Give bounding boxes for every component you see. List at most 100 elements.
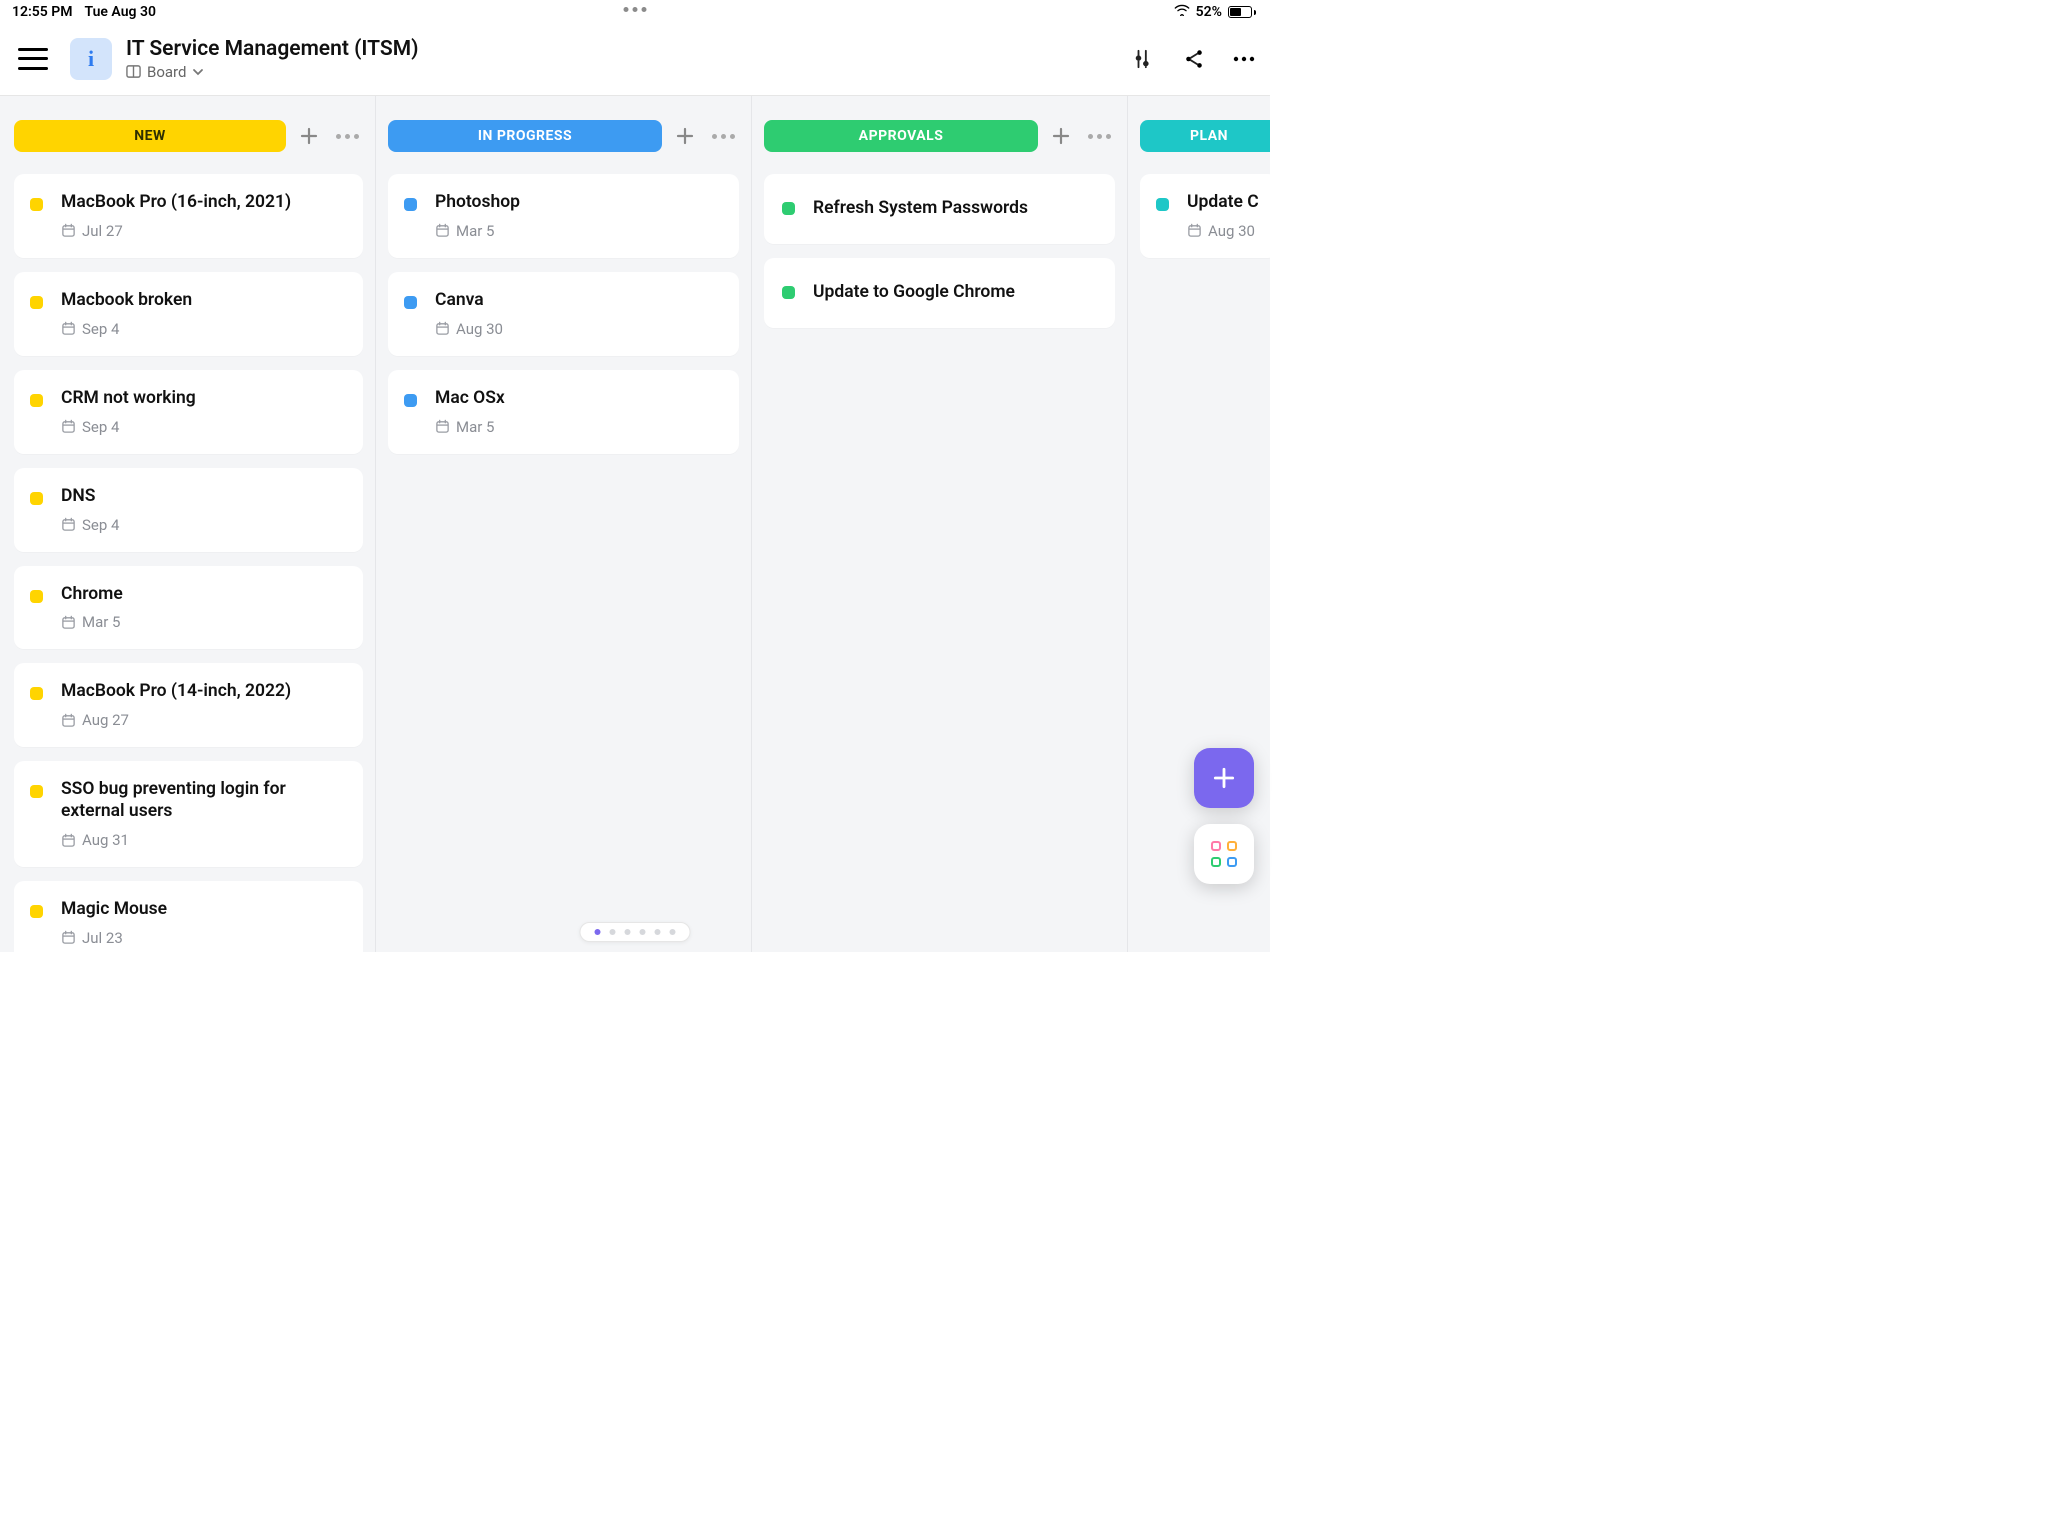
card-date: Mar 5: [435, 418, 505, 436]
calendar-icon: [435, 223, 450, 238]
status-bullet: [782, 202, 795, 215]
battery-icon: [1228, 6, 1256, 18]
card-date: Aug 30: [1187, 222, 1259, 240]
column-add-button[interactable]: [298, 125, 320, 147]
card-date: Aug 27: [61, 711, 291, 729]
status-bullet: [30, 785, 43, 798]
card-title: SSO bug preventing login for external us…: [61, 779, 345, 823]
column-more-button[interactable]: [332, 130, 363, 143]
card-title: Mac OSx: [435, 388, 505, 410]
status-bullet: [30, 590, 43, 603]
board-icon: [126, 64, 141, 79]
card-date: Mar 5: [435, 222, 520, 240]
task-card[interactable]: CRM not working Sep 4: [14, 370, 363, 454]
card-title: MacBook Pro (14-inch, 2022): [61, 681, 291, 703]
card-date: Aug 31: [61, 831, 345, 849]
status-bullet: [404, 296, 417, 309]
status-bullet: [404, 394, 417, 407]
task-card[interactable]: Update to Google Chrome: [764, 258, 1115, 328]
apps-fab[interactable]: [1194, 824, 1254, 884]
more-button[interactable]: [1232, 47, 1256, 71]
column-pill[interactable]: APPROVALS: [764, 120, 1038, 152]
card-title: Chrome: [61, 584, 123, 606]
column-add-button[interactable]: [1050, 125, 1072, 147]
status-bar: 12:55 PM Tue Aug 30 52%: [0, 0, 1270, 22]
page-title: IT Service Management (ITSM): [126, 37, 418, 61]
card-date: Sep 4: [61, 516, 119, 534]
project-icon[interactable]: i: [70, 38, 112, 80]
column-new: NEW MacBook Pro (16-inch, 2021) Jul 27 Macb…: [0, 96, 376, 952]
card-date: Jul 23: [61, 929, 167, 947]
battery-percent: 52%: [1196, 4, 1222, 20]
task-card[interactable]: Update C Aug 30: [1140, 174, 1270, 258]
card-title: Update C: [1187, 192, 1259, 214]
column-more-button[interactable]: [708, 130, 739, 143]
task-card[interactable]: Refresh System Passwords: [764, 174, 1115, 244]
task-card[interactable]: Mac OSx Mar 5: [388, 370, 739, 454]
column-add-button[interactable]: [674, 125, 696, 147]
column-more-button[interactable]: [1084, 130, 1115, 143]
page-indicator[interactable]: [580, 922, 691, 942]
calendar-icon: [61, 321, 76, 336]
status-bullet: [30, 687, 43, 700]
card-title: MacBook Pro (16-inch, 2021): [61, 192, 291, 214]
calendar-icon: [61, 833, 76, 848]
card-date: Aug 30: [435, 320, 503, 338]
column-approvals: APPROVALS Refresh System Passwords Update …: [752, 96, 1128, 952]
menu-button[interactable]: [18, 48, 48, 70]
status-bullet: [30, 296, 43, 309]
view-label: Board: [147, 63, 186, 81]
column-pill[interactable]: IN PROGRESS: [388, 120, 662, 152]
calendar-icon: [435, 419, 450, 434]
task-card[interactable]: Magic Mouse Jul 23: [14, 881, 363, 952]
status-date: Tue Aug 30: [85, 4, 156, 20]
task-card[interactable]: Canva Aug 30: [388, 272, 739, 356]
column-pill[interactable]: PLAN: [1140, 120, 1270, 152]
filter-button[interactable]: [1132, 47, 1156, 71]
card-title: Magic Mouse: [61, 899, 167, 921]
calendar-icon: [61, 517, 76, 532]
card-title: Refresh System Passwords: [813, 198, 1028, 220]
task-card[interactable]: Macbook broken Sep 4: [14, 272, 363, 356]
status-time: 12:55 PM: [12, 4, 73, 20]
card-title: Canva: [435, 290, 503, 312]
calendar-icon: [61, 419, 76, 434]
multitask-handle[interactable]: [624, 7, 647, 12]
card-title: CRM not working: [61, 388, 196, 410]
status-bullet: [404, 198, 417, 211]
card-title: Update to Google Chrome: [813, 282, 1015, 304]
card-date: Mar 5: [61, 613, 123, 631]
task-card[interactable]: Photoshop Mar 5: [388, 174, 739, 258]
calendar-icon: [61, 223, 76, 238]
status-bullet: [30, 905, 43, 918]
card-title: Photoshop: [435, 192, 520, 214]
task-card[interactable]: DNSSep 4: [14, 468, 363, 552]
task-card[interactable]: SSO bug preventing login for external us…: [14, 761, 363, 867]
add-fab[interactable]: [1194, 748, 1254, 808]
chevron-down-icon: [192, 66, 204, 78]
status-bullet: [782, 286, 795, 299]
calendar-icon: [61, 615, 76, 630]
calendar-icon: [61, 713, 76, 728]
card-date: Jul 27: [61, 222, 291, 240]
wifi-icon: [1174, 4, 1190, 20]
card-date: Sep 4: [61, 320, 192, 338]
status-bullet: [30, 492, 43, 505]
card-date: Sep 4: [61, 418, 196, 436]
card-title: Macbook broken: [61, 290, 192, 312]
calendar-icon: [1187, 223, 1202, 238]
calendar-icon: [61, 930, 76, 945]
column-pill[interactable]: NEW: [14, 120, 286, 152]
column-in-progress: IN PROGRESS Photoshop Mar 5 Canva Aug 30 Mac …: [376, 96, 752, 952]
view-switcher[interactable]: Board: [126, 63, 418, 81]
task-card[interactable]: MacBook Pro (16-inch, 2021) Jul 27: [14, 174, 363, 258]
status-bullet: [30, 394, 43, 407]
board[interactable]: NEW MacBook Pro (16-inch, 2021) Jul 27 Macb…: [0, 96, 1270, 952]
top-nav: i IT Service Management (ITSM) Board: [0, 22, 1270, 96]
calendar-icon: [435, 321, 450, 336]
task-card[interactable]: MacBook Pro (14-inch, 2022) Aug 27: [14, 663, 363, 747]
share-button[interactable]: [1182, 47, 1206, 71]
task-card[interactable]: Chrome Mar 5: [14, 566, 363, 650]
status-bullet: [30, 198, 43, 211]
status-bullet: [1156, 198, 1169, 211]
